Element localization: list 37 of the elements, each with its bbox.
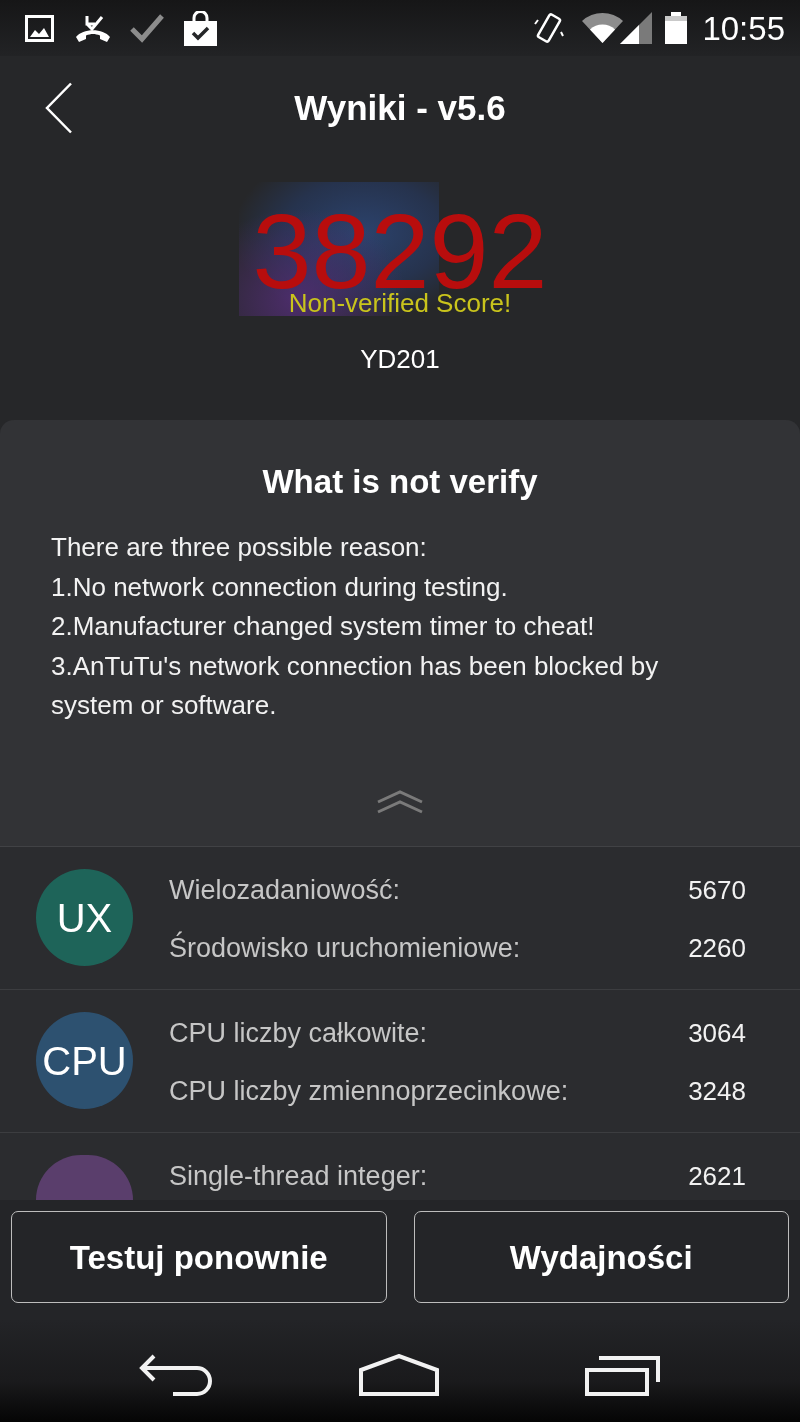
wifi-icon <box>581 12 625 44</box>
recent-apps-icon <box>585 1354 661 1396</box>
page-title: Wyniki - v5.6 <box>293 87 507 129</box>
info-text: There are three possible reason: <box>51 531 428 564</box>
picture-icon <box>25 14 54 42</box>
metric-label: CPU liczby zmiennoprzecinkowe: <box>169 1075 569 1107</box>
metric-value: 5670 <box>688 874 746 906</box>
info-text: 2.Manufacturer changed system timer to cheat! <box>51 610 596 643</box>
metric-label: Single-thread integer: <box>169 1160 428 1192</box>
signal-icon <box>620 12 653 44</box>
metric-value: 2621 <box>688 1160 746 1192</box>
metric-value: 3064 <box>688 1017 746 1049</box>
back-chevron-icon <box>45 82 73 134</box>
metric-label: Środowisko uruchomieniowe: <box>169 932 521 964</box>
vibrate-icon <box>534 11 565 45</box>
home-icon <box>359 1354 439 1396</box>
info-text: 1.No network connection during testing. <box>51 570 509 604</box>
metric-value: 3248 <box>688 1075 746 1107</box>
info-text: 3.AnTuTu's network connection has been blocked by system or software. <box>51 649 660 722</box>
clock-time: 10:55 <box>702 11 785 45</box>
back-arrow-icon <box>139 1354 213 1396</box>
battery-icon <box>665 12 688 44</box>
shopping-bag-check-icon <box>183 10 218 46</box>
category-badge: UX <box>36 869 133 966</box>
panel-title: What is not verify <box>261 463 539 501</box>
metric-label: Wielozadaniowość: <box>169 874 401 906</box>
check-icon <box>129 13 165 43</box>
metric-label: CPU liczby całkowite: <box>169 1017 428 1049</box>
missed-call-icon <box>75 13 111 43</box>
score-value: 38292 <box>252 212 548 290</box>
metric-value: 2260 <box>688 932 746 964</box>
double-chevron-icon[interactable] <box>376 790 424 814</box>
score-notice: Non-verified Score! <box>288 291 512 315</box>
device-name: YD201 <box>360 343 440 375</box>
category-badge: CPU <box>36 1012 133 1109</box>
action-button[interactable]: Wydajności <box>413 1211 789 1303</box>
action-button[interactable]: Testuj ponownie <box>11 1211 387 1303</box>
